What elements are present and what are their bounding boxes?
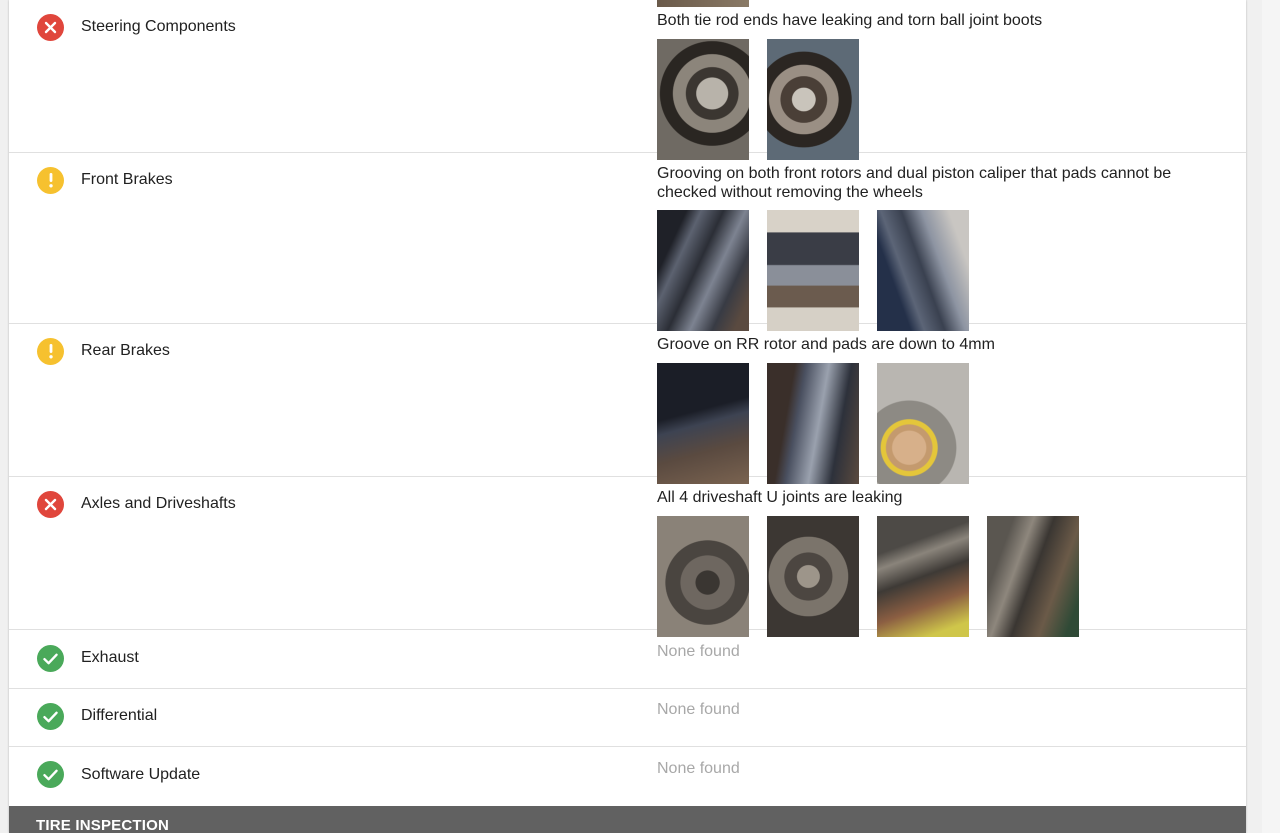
inspection-row-steering: Steering Components Both tie rod ends ha…	[9, 0, 1246, 160]
row-label: Differential	[81, 707, 158, 724]
row-note: Groove on RR rotor and pads are down to …	[657, 336, 995, 353]
inspection-photo[interactable]	[657, 210, 749, 331]
row-label: Software Update	[81, 766, 201, 783]
inspection-photo[interactable]	[877, 363, 969, 484]
fail-icon	[37, 14, 64, 41]
check-icon	[37, 761, 64, 788]
inspection-row-differential: Differential None found	[9, 689, 1246, 747]
inspection-card: Steering Components Both tie rod ends ha…	[9, 0, 1246, 833]
warning-icon	[37, 167, 64, 194]
inspection-photo[interactable]	[657, 363, 749, 484]
inspection-photo[interactable]	[657, 516, 749, 637]
row-label: Axles and Driveshafts	[81, 495, 236, 512]
inspection-row-exhaust: Exhaust None found	[9, 630, 1246, 689]
scrollbar-track[interactable]	[1262, 0, 1280, 833]
row-label: Front Brakes	[81, 171, 173, 188]
row-label: Steering Components	[81, 18, 236, 35]
row-note: None found	[657, 643, 740, 660]
row-note: Both tie rod ends have leaking and torn …	[657, 12, 1043, 29]
warning-icon	[37, 338, 64, 365]
inspection-photo[interactable]	[767, 363, 859, 484]
inspection-photo[interactable]	[767, 516, 859, 637]
inspection-photo[interactable]	[877, 210, 969, 331]
inspection-photo[interactable]	[657, 39, 749, 160]
row-note: None found	[657, 701, 740, 718]
row-note: Grooving on both front rotors and dual p…	[657, 165, 1172, 201]
fail-icon	[37, 491, 64, 518]
inspection-row-front-brakes: Front Brakes Grooving on both front roto…	[9, 153, 1246, 331]
row-note: All 4 driveshaft U joints are leaking	[657, 489, 903, 506]
section-header-tire-inspection: TIRE INSPECTION	[9, 806, 1246, 833]
inspection-row-axles: Axles and Driveshafts All 4 driveshaft U…	[9, 477, 1246, 637]
row-note: None found	[657, 760, 740, 777]
inspection-row-rear-brakes: Rear Brakes Groove on RR rotor and pads …	[9, 324, 1246, 484]
check-icon	[37, 703, 64, 730]
row-label: Rear Brakes	[81, 342, 170, 359]
inspection-row-software-update: Software Update None found	[9, 747, 1246, 806]
inspection-photo[interactable]	[987, 516, 1079, 637]
section-header-title: TIRE INSPECTION	[36, 817, 170, 833]
row-label: Exhaust	[81, 649, 139, 666]
inspection-photo[interactable]	[767, 39, 859, 160]
inspection-photo[interactable]	[767, 210, 859, 331]
inspection-photo[interactable]	[877, 516, 969, 637]
check-icon	[37, 645, 64, 672]
